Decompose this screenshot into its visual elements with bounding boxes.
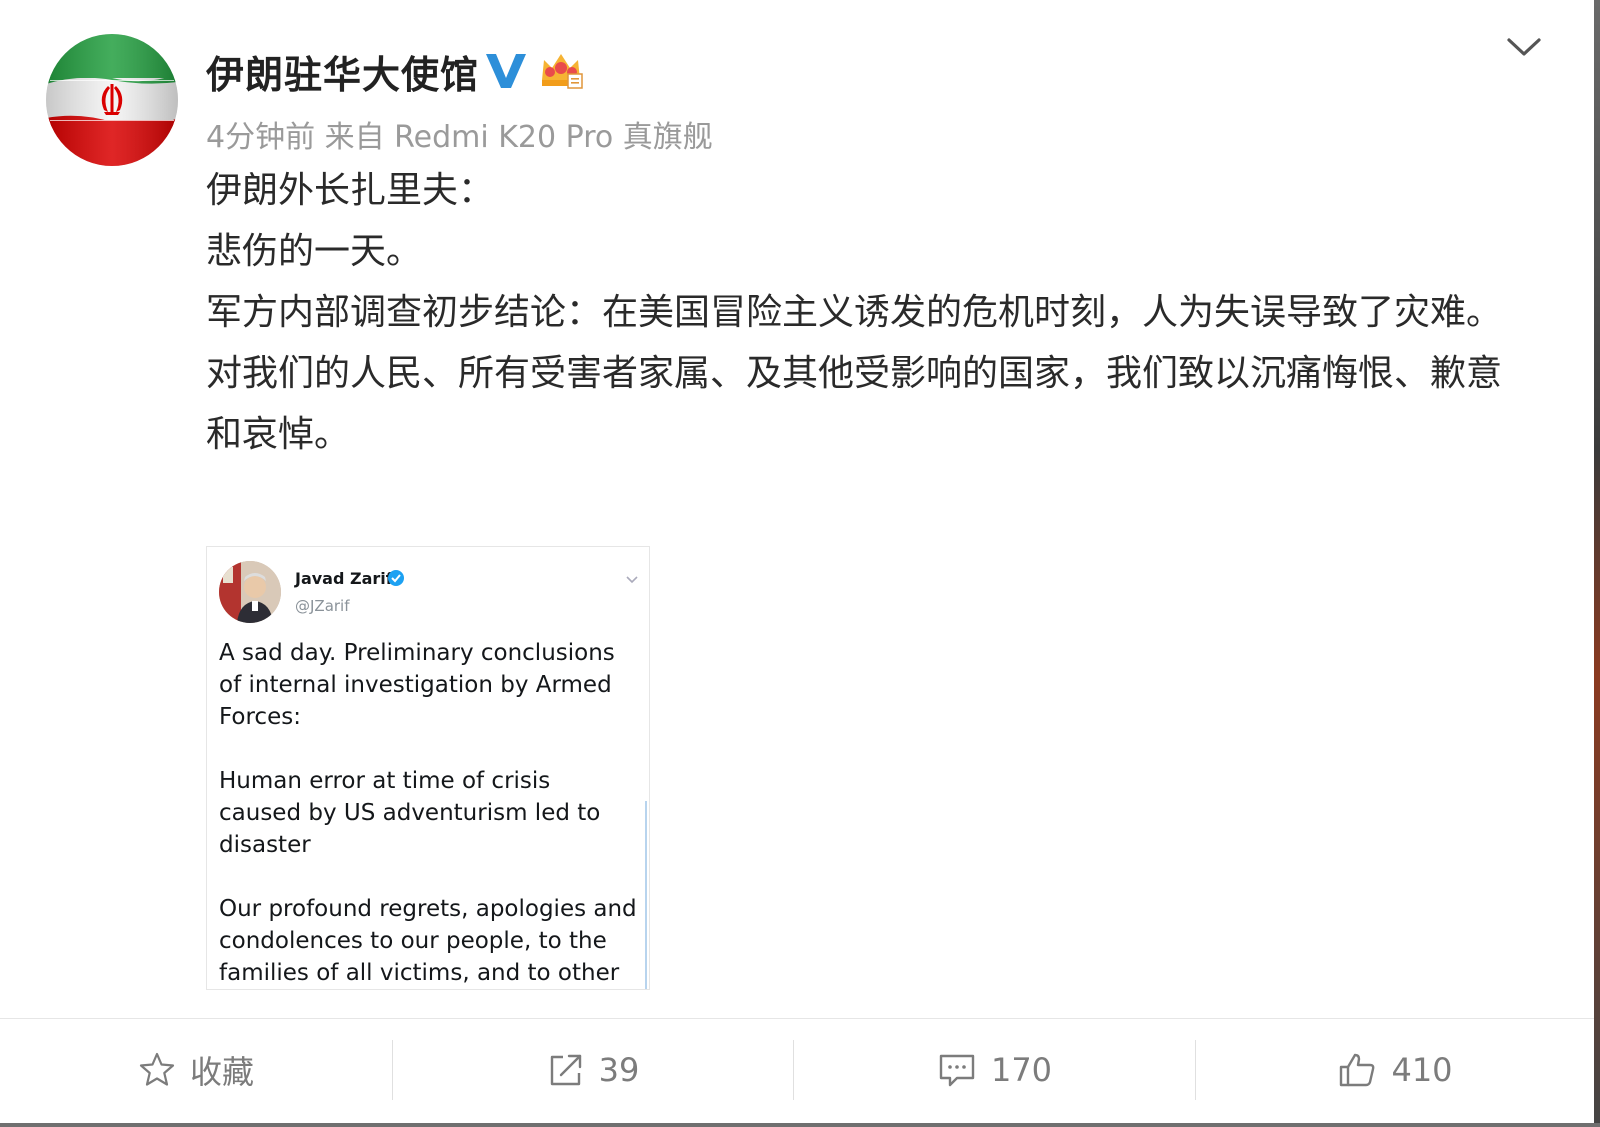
like-button[interactable]: 410 [1196,1038,1594,1102]
favorite-label: 收藏 [189,1053,254,1091]
crown-member-icon [542,54,583,89]
post-paragraph: 悲伤的一天。 [206,231,423,272]
post-paragraph: 军方内部调查初步结论：在美国冒险主义诱发的危机时刻，人为失误导致了灾难。 [206,292,1503,333]
post-paragraph: 对我们的人民、所有受害者家属、及其他受影响的国家，我们致以沉痛悔恨、歉意和哀悼。 [206,353,1503,455]
comment-count: 170 [990,1051,1053,1089]
tweet-author-avatar [219,561,281,623]
tweet-image[interactable]: Javad Zarif @JZarif A sad day. Prelimina… [206,546,650,990]
favorite-button[interactable]: 收藏 [0,1038,392,1102]
tweet-paragraph: Human error at time of crisis caused by … [219,768,601,858]
repost-count: 39 [598,1051,640,1089]
verified-v-icon [486,54,526,88]
tweet-scrollbar [645,801,647,989]
comment-bubble-icon [939,1054,975,1087]
comment-button[interactable]: 170 [794,1038,1195,1102]
author-avatar[interactable] [46,34,178,166]
post-card: 伊朗驻华大使馆 4分钟前 来自 Redmi K20 Pro 真旗舰 伊朗外长扎里… [0,0,1594,1125]
tweet-avatar-photo [219,561,281,623]
tweet-paragraph: Our profound regrets, apologies and cond… [219,896,637,986]
tweet-author-handle: @JZarif [295,597,350,615]
author-name[interactable]: 伊朗驻华大使馆 [206,44,479,99]
repost-button[interactable]: 39 [393,1038,793,1102]
share-arrow-icon [550,1054,581,1086]
like-count: 410 [1391,1051,1453,1089]
chevron-down-icon[interactable] [1506,36,1542,60]
tweet-paragraph: A sad day. Preliminary conclusions of in… [219,640,615,730]
background-edge [0,1123,1600,1127]
tweet-author-name: Javad Zarif [295,569,393,588]
thumbs-up-icon [1340,1053,1375,1087]
tweet-body: A sad day. Preliminary conclusions of in… [219,637,639,989]
post-paragraph: 伊朗外长扎里夫： [206,170,495,211]
post-meta: 4分钟前 来自 Redmi K20 Pro 真旗舰 [206,120,713,155]
background-edge [1594,0,1600,1127]
star-icon [139,1052,175,1086]
tweet-verified-icon [388,570,404,586]
action-bar-divider [0,1018,1594,1019]
iran-flag-avatar-image [46,34,178,166]
weibo-post-screen: 伊朗驻华大使馆 4分钟前 来自 Redmi K20 Pro 真旗舰 伊朗外长扎里… [0,0,1600,1127]
post-body: 伊朗外长扎里夫： 悲伤的一天。 军方内部调查初步结论：在美国冒险主义诱发的危机时… [206,160,1506,465]
tweet-chevron-down-icon [626,576,638,584]
